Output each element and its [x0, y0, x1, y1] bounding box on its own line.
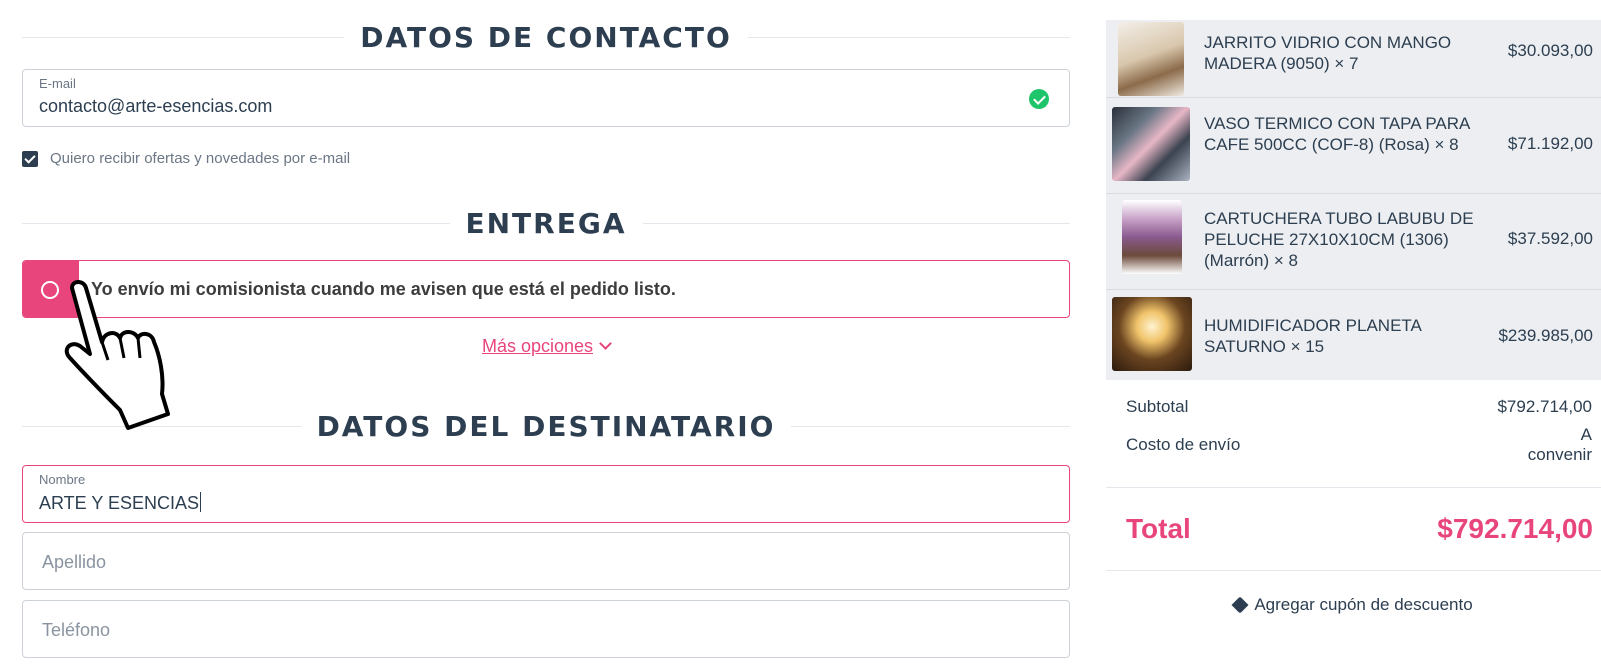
cart-item: JARRITO VIDRIO CON MANGO MADERA (9050) ×…	[1106, 20, 1601, 98]
divider	[22, 222, 450, 224]
tag-icon[interactable]	[1231, 596, 1249, 614]
lastname-placeholder[interactable]: Apellido	[42, 552, 106, 573]
delivery-section-header: ENTREGA	[22, 203, 1070, 243]
item-name: HUMIDIFICADOR PLANETA SATURNO × 15	[1204, 316, 1421, 356]
item-price: $37.592,00	[1507, 229, 1593, 248]
more-options-link[interactable]: Más opciones	[482, 336, 593, 356]
hand-pointer-icon	[64, 280, 170, 430]
item-price: $71.192,00	[1507, 134, 1593, 153]
shipping-cost-value: Aconvenir	[1528, 425, 1592, 465]
item-name: CARTUCHERA TUBO LABUBU DE PELUCHE 27X10X…	[1204, 209, 1474, 270]
total-value: $792.714,00	[1437, 513, 1593, 544]
total-label: Total	[1126, 513, 1191, 544]
contact-section-title: DATOS DE CONTACTO	[360, 20, 732, 54]
subtotal-label: Subtotal	[1126, 397, 1189, 416]
name-field[interactable]: Nombre ARTE Y ESENCIAS	[22, 465, 1070, 523]
delivery-section-title: ENTREGA	[465, 206, 627, 240]
divider	[1106, 487, 1601, 488]
email-value[interactable]: contacto@arte-esencias.com	[39, 96, 272, 117]
item-price: $239.985,00	[1498, 326, 1593, 345]
product-thumbnail	[1112, 297, 1192, 371]
shipping-cost-value-line1: A	[1580, 425, 1592, 444]
email-label: E-mail	[39, 76, 76, 91]
divider	[642, 222, 1070, 224]
shipping-cost-label: Costo de envío	[1126, 435, 1241, 454]
order-summary: JARRITO VIDRIO CON MANGO MADERA (9050) ×…	[1106, 20, 1601, 668]
coupon-link[interactable]: Agregar cupón de descuento	[1106, 595, 1601, 615]
name-label: Nombre	[39, 472, 86, 487]
divider	[747, 36, 1071, 38]
name-value[interactable]: ARTE Y ESENCIAS	[39, 493, 199, 513]
item-name: JARRITO VIDRIO CON MANGO MADERA (9050) ×…	[1204, 33, 1452, 73]
recipient-section-title: DATOS DEL DESTINATARIO	[316, 409, 776, 443]
item-name: VASO TERMICO CON TAPA PARA CAFE 500CC (C…	[1204, 114, 1470, 154]
divider	[1106, 570, 1601, 571]
product-thumbnail	[1122, 200, 1182, 274]
lastname-field[interactable]: Apellido	[22, 532, 1070, 590]
product-thumbnail	[1112, 107, 1190, 181]
text-caret	[200, 492, 202, 512]
divider	[791, 425, 1070, 427]
subtotal-value: $792.714,00	[1497, 397, 1592, 416]
cart-item: CARTUCHERA TUBO LABUBU DE PELUCHE 27X10X…	[1106, 194, 1601, 290]
product-thumbnail	[1118, 22, 1184, 96]
cart-item: HUMIDIFICADOR PLANETA SATURNO × 15 $239.…	[1106, 290, 1601, 380]
item-price: $30.093,00	[1507, 41, 1593, 60]
phone-field[interactable]: Teléfono	[22, 600, 1070, 658]
shipping-cost-value-line2: convenir	[1527, 445, 1592, 464]
subtotal-row: Subtotal $792.714,00	[1126, 397, 1592, 417]
newsletter-label[interactable]: Quiero recibir ofertas y novedades por e…	[50, 150, 350, 167]
check-circle-icon	[1029, 89, 1049, 109]
divider	[22, 36, 345, 38]
newsletter-row[interactable]: Quiero recibir ofertas y novedades por e…	[22, 150, 350, 167]
cart-item: VASO TERMICO CON TAPA PARA CAFE 500CC (C…	[1106, 98, 1601, 194]
email-field[interactable]: E-mail contacto@arte-esencias.com	[22, 69, 1070, 127]
shipping-cost-row: Costo de envío Aconvenir	[1126, 425, 1592, 464]
cart-items: JARRITO VIDRIO CON MANGO MADERA (9050) ×…	[1106, 20, 1601, 380]
phone-placeholder[interactable]: Teléfono	[42, 620, 110, 641]
name-value-wrap[interactable]: ARTE Y ESENCIAS	[39, 492, 202, 514]
checkout-form: DATOS DE CONTACTO E-mail contacto@arte-e…	[22, 0, 1071, 668]
chevron-down-icon[interactable]	[599, 337, 612, 350]
contact-section-header: DATOS DE CONTACTO	[22, 17, 1071, 57]
newsletter-checkbox[interactable]	[22, 150, 38, 167]
coupon-label[interactable]: Agregar cupón de descuento	[1254, 595, 1472, 614]
